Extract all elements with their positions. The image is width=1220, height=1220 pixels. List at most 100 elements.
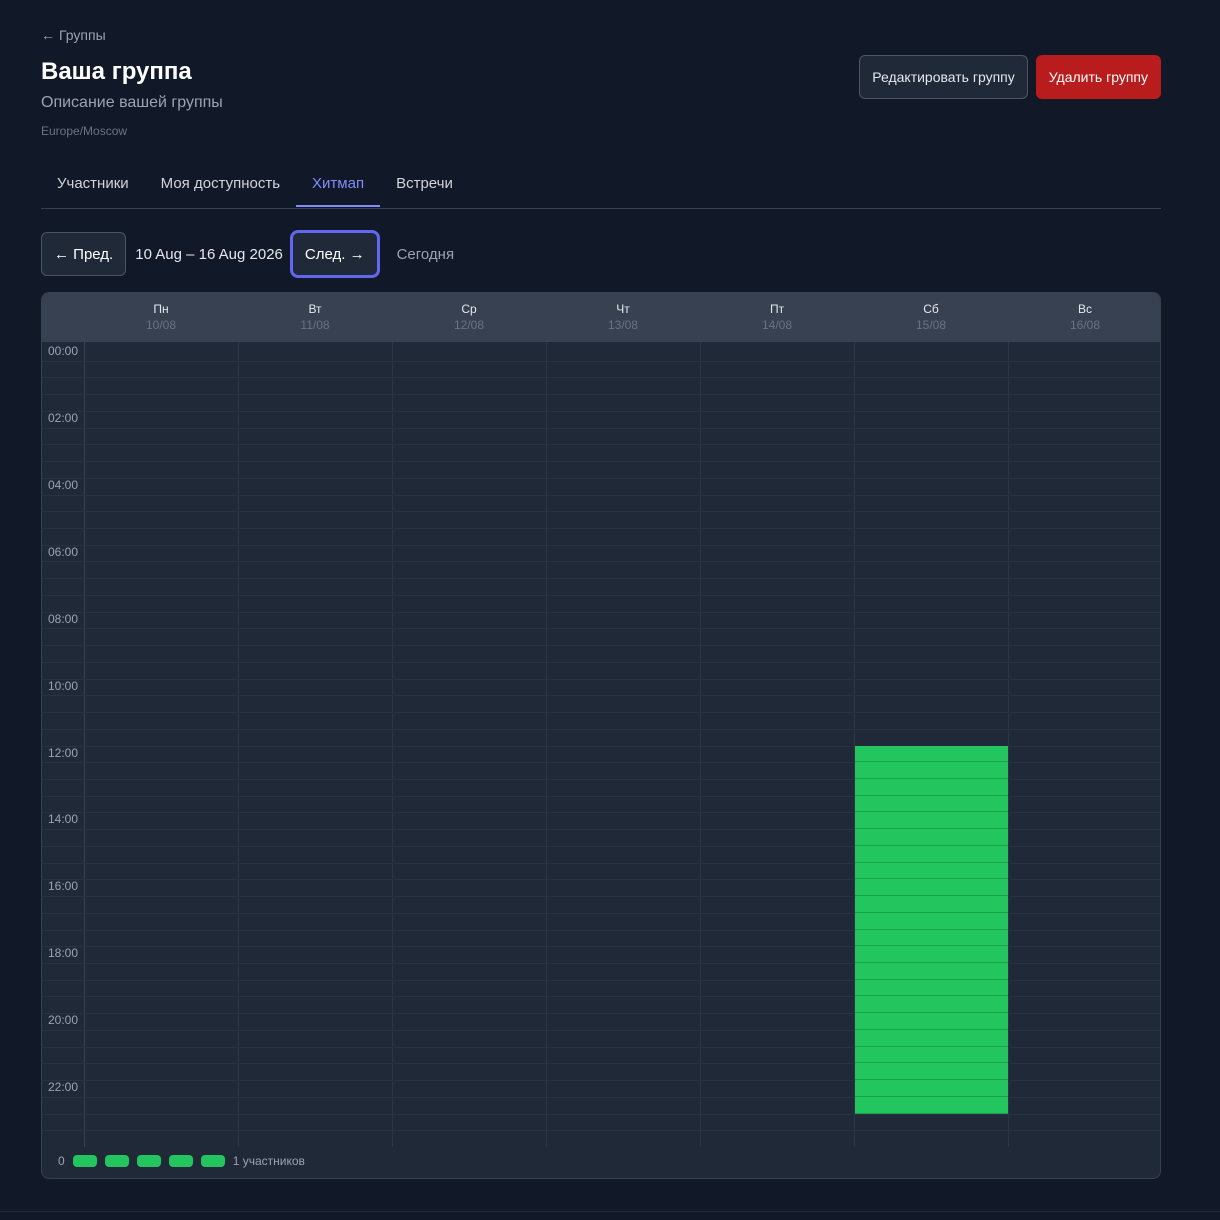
- heatmap-cell[interactable]: [855, 795, 1008, 813]
- time-label: 12:00: [47, 745, 79, 760]
- tab-my-availability[interactable]: Моя доступность: [145, 162, 296, 207]
- day-header: Пн 10/08: [84, 293, 238, 342]
- legend-max-label: 1 участников: [232, 1154, 305, 1168]
- slot-divider: [42, 444, 1160, 446]
- day-name: Вт: [308, 302, 322, 316]
- day-date: 16/08: [1069, 318, 1101, 332]
- slot-divider: [42, 427, 1160, 429]
- heatmap-cell[interactable]: [855, 996, 1008, 1014]
- tab-participants[interactable]: Участники: [41, 162, 145, 207]
- heatmap-cell[interactable]: [855, 1013, 1008, 1030]
- heatmap-cell[interactable]: [855, 745, 1008, 763]
- today-button[interactable]: Сегодня: [387, 246, 465, 263]
- heatmap-cell[interactable]: [855, 862, 1008, 880]
- legend-swatch: [104, 1155, 129, 1167]
- heatmap-cell[interactable]: [855, 762, 1008, 779]
- heatmap-body: 00:00 02:00 04:00 06:00 08:00 10:00 12:00 14:00…: [42, 342, 1160, 1147]
- time-label: 14:00: [47, 812, 79, 827]
- legend-swatches: [72, 1155, 225, 1167]
- day-header: Вс 16/08: [1008, 293, 1160, 342]
- slot-divider: [42, 661, 1160, 663]
- day-date: 15/08: [915, 318, 947, 332]
- day-date: 13/08: [607, 318, 639, 332]
- slot-divider: [42, 377, 1160, 379]
- day-name: Пт: [769, 302, 785, 316]
- heatmap-cell[interactable]: [855, 1029, 1008, 1047]
- day-header: Чт 13/08: [546, 293, 700, 342]
- time-label: 02:00: [47, 410, 79, 425]
- delete-group-button[interactable]: Удалить группу: [1035, 55, 1161, 99]
- slot-divider: [42, 594, 1160, 596]
- slot-divider: [42, 511, 1160, 513]
- legend-swatch: [200, 1155, 225, 1167]
- heatmap-cell[interactable]: [855, 829, 1008, 846]
- heatmap-cell[interactable]: [855, 929, 1008, 947]
- time-label: 10:00: [47, 678, 79, 693]
- legend-swatch: [72, 1155, 97, 1167]
- day-name: Вс: [1077, 302, 1092, 316]
- slot-divider: [42, 628, 1160, 630]
- slot-divider: [42, 645, 1160, 647]
- day-date: 14/08: [761, 318, 793, 332]
- day-date: 10/08: [145, 318, 177, 332]
- slot-divider: [42, 528, 1160, 530]
- legend-swatch: [136, 1155, 161, 1167]
- slot-divider: [42, 394, 1160, 396]
- day-header: Пт 14/08: [700, 293, 854, 342]
- day-column-divider: [546, 342, 547, 1147]
- day-header: Ср 12/08: [392, 293, 546, 342]
- week-range: 10 Aug – 16 Aug 2026: [135, 245, 283, 263]
- heatmap-legend: 0 1 участников: [58, 1154, 305, 1168]
- heatmap-cell[interactable]: [855, 1063, 1008, 1081]
- heatmap-cell[interactable]: [855, 778, 1008, 796]
- heatmap-cell[interactable]: [855, 896, 1008, 913]
- legend-swatch: [168, 1155, 193, 1167]
- heatmap-cell[interactable]: [855, 1080, 1008, 1097]
- slot-divider: [42, 561, 1160, 563]
- time-label: 08:00: [47, 611, 79, 626]
- arrow-left-icon: ←: [41, 27, 55, 43]
- edit-group-button[interactable]: Редактировать группу: [859, 55, 1028, 99]
- slot-divider: [42, 578, 1160, 580]
- heatmap-cell[interactable]: [855, 1046, 1008, 1064]
- heatmap-grid: Пн 10/08 Вт 11/08 Ср 12/08 Чт 13/08 Пт 14/08 Сб 15/…: [41, 292, 1161, 1179]
- week-toolbar: ← Пред. 10 Aug – 16 Aug 2026 След. → Сег…: [41, 232, 464, 276]
- slot-divider: [42, 712, 1160, 714]
- heatmap-cell[interactable]: [855, 1096, 1008, 1114]
- heatmap-cell[interactable]: [855, 962, 1008, 980]
- slot-divider: [42, 461, 1160, 463]
- time-label: 06:00: [47, 544, 79, 559]
- heatmap-cell[interactable]: [855, 946, 1008, 963]
- time-label: 00:00: [47, 344, 79, 358]
- back-to-groups-link[interactable]: ← Группы: [41, 27, 106, 43]
- group-actions: Редактировать группу Удалить группу: [859, 55, 1161, 99]
- tab-heatmap[interactable]: Хитмап: [296, 162, 381, 207]
- tab-meetings[interactable]: Встречи: [380, 162, 469, 207]
- time-label: 04:00: [47, 477, 79, 492]
- back-link-label: Группы: [59, 27, 106, 43]
- slot-divider: [42, 611, 1160, 613]
- slot-divider: [42, 477, 1160, 479]
- page-title: Ваша группа: [41, 58, 192, 85]
- footer-divider: [0, 1211, 1220, 1212]
- time-label: 16:00: [47, 879, 79, 894]
- heatmap-header: Пн 10/08 Вт 11/08 Ср 12/08 Чт 13/08 Пт 14/08 Сб 15/…: [42, 293, 1160, 342]
- next-week-button[interactable]: След. →: [291, 232, 378, 276]
- heatmap-cell[interactable]: [855, 845, 1008, 863]
- heatmap-cell[interactable]: [855, 912, 1008, 930]
- day-column-divider: [1008, 342, 1009, 1147]
- time-column: 00:00 02:00 04:00 06:00 08:00 10:00 12:00 14:00…: [42, 342, 85, 1147]
- day-column-divider: [700, 342, 701, 1147]
- day-date: 12/08: [453, 318, 485, 332]
- slot-divider: [42, 728, 1160, 730]
- heatmap-cell[interactable]: [855, 979, 1008, 997]
- heatmap-cell[interactable]: [855, 879, 1008, 897]
- group-description: Описание вашей группы: [41, 94, 223, 111]
- slot-divider: [42, 1130, 1160, 1132]
- group-timezone: Europe/Moscow: [41, 124, 128, 138]
- slot-divider: [42, 494, 1160, 496]
- prev-week-button[interactable]: ← Пред.: [41, 232, 127, 276]
- heatmap-cell[interactable]: [855, 812, 1008, 830]
- day-header: Сб 15/08: [854, 293, 1008, 342]
- legend-min-label: 0: [58, 1154, 65, 1168]
